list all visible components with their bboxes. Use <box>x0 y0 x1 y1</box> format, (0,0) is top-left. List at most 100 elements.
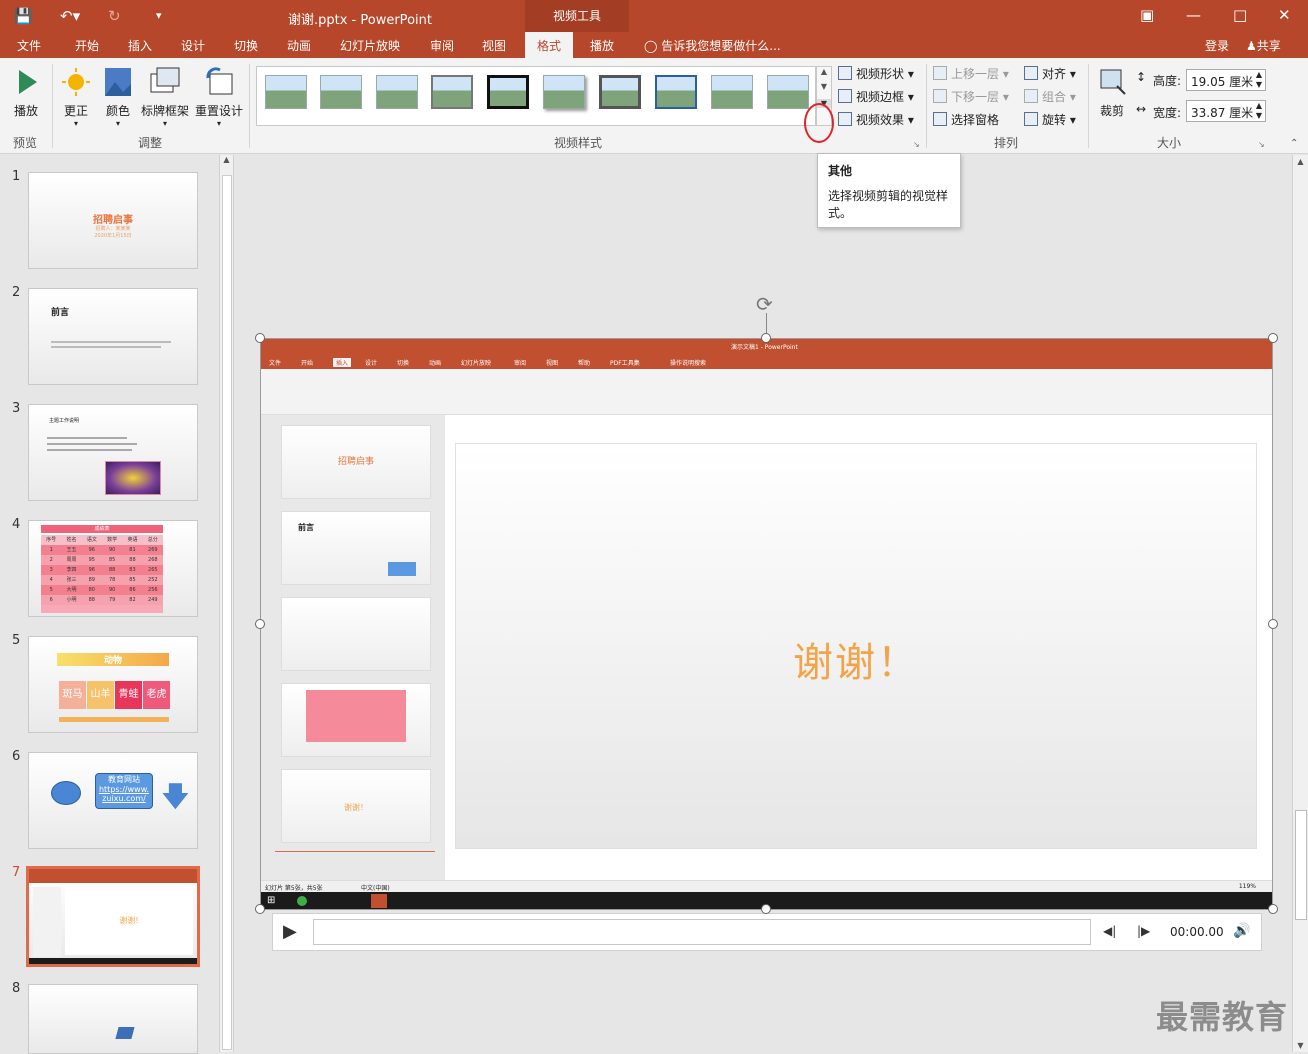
table-cell: 249 <box>148 597 158 603</box>
tab-design[interactable]: 设计 <box>181 37 205 54</box>
video-style-thumb[interactable] <box>767 75 809 109</box>
width-label: 宽度: <box>1153 106 1182 120</box>
tab-animations[interactable]: 动画 <box>287 37 311 54</box>
step-back-icon[interactable]: ◀| <box>1103 924 1116 938</box>
resize-handle[interactable] <box>1268 333 1278 343</box>
rotate-button[interactable]: 旋转 ▾ <box>1024 111 1076 128</box>
video-style-thumb[interactable] <box>543 75 585 109</box>
resize-handle[interactable] <box>255 619 265 629</box>
rotate-handle-icon[interactable]: ⟳ <box>756 292 773 316</box>
video-style-thumb[interactable] <box>265 75 307 109</box>
down-arrow-icon: 🡇 <box>161 780 190 813</box>
ribbon-display-icon[interactable]: ▣ <box>1140 4 1154 26</box>
slide-thumb-2[interactable]: 前言 <box>28 288 198 385</box>
slide-thumb-4[interactable]: 成绩表 序号 姓名 语文 数学 英语 总分 1 王五 96 90 81 269 2 周周 95 85 88 268… <box>28 520 198 617</box>
maximize-icon[interactable]: □ <box>1233 4 1247 26</box>
timeline-bar[interactable] <box>313 919 1091 945</box>
share-button[interactable]: ♟共享 <box>1246 37 1281 54</box>
video-style-thumb[interactable] <box>487 75 529 109</box>
canvas-scrollbar[interactable]: ▲ ▼ <box>1292 155 1308 1052</box>
slide-thumb-7[interactable]: 谢谢! <box>26 866 200 967</box>
slide-thumb-6[interactable]: 教育网站 https://www. zuixu.com/ 🡇 <box>28 752 198 849</box>
step-forward-icon[interactable]: |▶ <box>1137 924 1150 938</box>
tab-format[interactable]: 格式 <box>525 32 574 58</box>
video-border-button[interactable]: 视频边框 ▾ <box>838 88 914 105</box>
inner-tab: 开始 <box>301 360 314 367</box>
minimize-icon[interactable]: — <box>1186 4 1201 26</box>
group-button[interactable]: 组合 ▾ <box>1024 88 1076 105</box>
undo-icon[interactable]: ↶▾ <box>60 6 80 26</box>
crop-button[interactable]: 裁剪 <box>1094 66 1130 119</box>
spin-arrows-icon[interactable]: ▲ ▼ <box>1256 101 1262 121</box>
bring-forward-button[interactable]: 上移一层 ▾ <box>933 65 1009 82</box>
video-style-thumb[interactable] <box>431 75 473 109</box>
customize-qat-icon[interactable]: ▾ <box>156 6 162 26</box>
poster-frame-button[interactable]: 标牌框架 ▾ <box>140 66 190 128</box>
slide-thumb-5[interactable]: 动物 斑马 山羊 青蛙 老虎 <box>28 636 198 733</box>
tell-me-search[interactable]: ◯ 告诉我您想要做什么... <box>644 37 781 54</box>
height-input[interactable]: 19.05 厘米 ▲ ▼ <box>1186 69 1266 91</box>
send-backward-button[interactable]: 下移一层 ▾ <box>933 88 1009 105</box>
scroll-thumb[interactable] <box>1295 810 1307 920</box>
selection-pane-button[interactable]: 选择窗格 <box>933 111 999 128</box>
video-style-thumb[interactable] <box>599 75 641 109</box>
tab-home[interactable]: 开始 <box>75 37 99 54</box>
table-cell: 6 <box>49 597 53 603</box>
sun-icon <box>59 66 93 98</box>
tab-slideshow[interactable]: 幻灯片放映 <box>340 37 400 54</box>
video-effects-button[interactable]: 视频效果 ▾ <box>838 111 914 128</box>
reset-design-button[interactable]: 重置设计 ▾ <box>194 66 244 128</box>
video-style-thumb[interactable] <box>376 75 418 109</box>
corrections-button[interactable]: 更正 ▾ <box>58 66 94 128</box>
width-input[interactable]: 33.87 厘米 ▲ ▼ <box>1186 100 1266 122</box>
slide-thumb-8[interactable] <box>28 984 198 1054</box>
tab-transitions[interactable]: 切换 <box>234 37 258 54</box>
video-style-thumb[interactable] <box>655 75 697 109</box>
collapse-ribbon-icon[interactable]: ⌃ <box>1290 138 1298 149</box>
resize-handle[interactable] <box>1268 904 1278 914</box>
table-row: 6 小明 88 79 82 249 <box>41 595 163 605</box>
close-icon[interactable]: ✕ <box>1278 4 1291 26</box>
resize-handle[interactable] <box>255 904 265 914</box>
redo-icon[interactable]: ↻ <box>108 6 121 26</box>
tab-review[interactable]: 审阅 <box>430 37 454 54</box>
tab-view[interactable]: 视图 <box>482 37 506 54</box>
resize-handle[interactable] <box>761 333 771 343</box>
video-shape-button[interactable]: 视频形状 ▾ <box>838 65 914 82</box>
tab-playback[interactable]: 播放 <box>590 37 614 54</box>
video-styles-gallery[interactable] <box>256 66 816 126</box>
color-button[interactable]: 颜色 ▾ <box>100 66 136 128</box>
resize-handle[interactable] <box>761 904 771 914</box>
video-style-thumb[interactable] <box>711 75 753 109</box>
scroll-up-icon[interactable]: ▲ <box>220 155 233 164</box>
scroll-thumb[interactable] <box>222 175 232 1050</box>
volume-icon[interactable]: 🔊 <box>1233 923 1250 939</box>
align-button[interactable]: 对齐 ▾ <box>1024 65 1076 82</box>
windows-icon: ⊞ <box>267 895 276 906</box>
video-style-thumb[interactable] <box>320 75 362 109</box>
dialog-launcher-icon[interactable]: ↘ <box>913 140 920 149</box>
thumbnail-scrollbar[interactable]: ▲ <box>219 155 234 1052</box>
scroll-up-icon[interactable]: ▲ <box>1293 157 1308 166</box>
resize-handle[interactable] <box>255 333 265 343</box>
resize-handle[interactable] <box>1268 619 1278 629</box>
play-button[interactable]: 播放 <box>6 66 46 119</box>
gallery-down-icon[interactable]: ▼ <box>817 82 831 91</box>
slide-thumb-3[interactable]: 主题工作说明 <box>28 404 198 501</box>
gallery-up-icon[interactable]: ▲ <box>817 67 831 76</box>
table-cell: 语文 <box>86 537 97 543</box>
scroll-down-icon[interactable]: ▼ <box>1293 1041 1308 1050</box>
table-cell: 86 <box>129 587 136 593</box>
video-frame[interactable]: 演示文稿1 - PowerPoint 文件 开始 插入 设计 切换 动画 幻灯片放映 审阅 视图… <box>260 338 1273 910</box>
save-icon[interactable]: 💾 <box>14 6 33 26</box>
align-icon <box>1024 66 1038 80</box>
login-link[interactable]: 登录 <box>1205 37 1229 54</box>
slide-thumb-1[interactable]: 招聘启事 招聘人：某某某 2020年1月15日 <box>28 172 198 269</box>
group-label-video-styles: 视频样式 <box>554 136 603 150</box>
dialog-launcher-icon[interactable]: ↘ <box>1258 140 1265 149</box>
tab-insert[interactable]: 插入 <box>128 37 152 54</box>
tab-file[interactable]: 文件 <box>17 37 41 54</box>
animal-cell: 山羊 <box>87 681 114 709</box>
spin-arrows-icon[interactable]: ▲ ▼ <box>1256 70 1262 90</box>
play-video-icon[interactable]: ▶ <box>283 921 297 942</box>
